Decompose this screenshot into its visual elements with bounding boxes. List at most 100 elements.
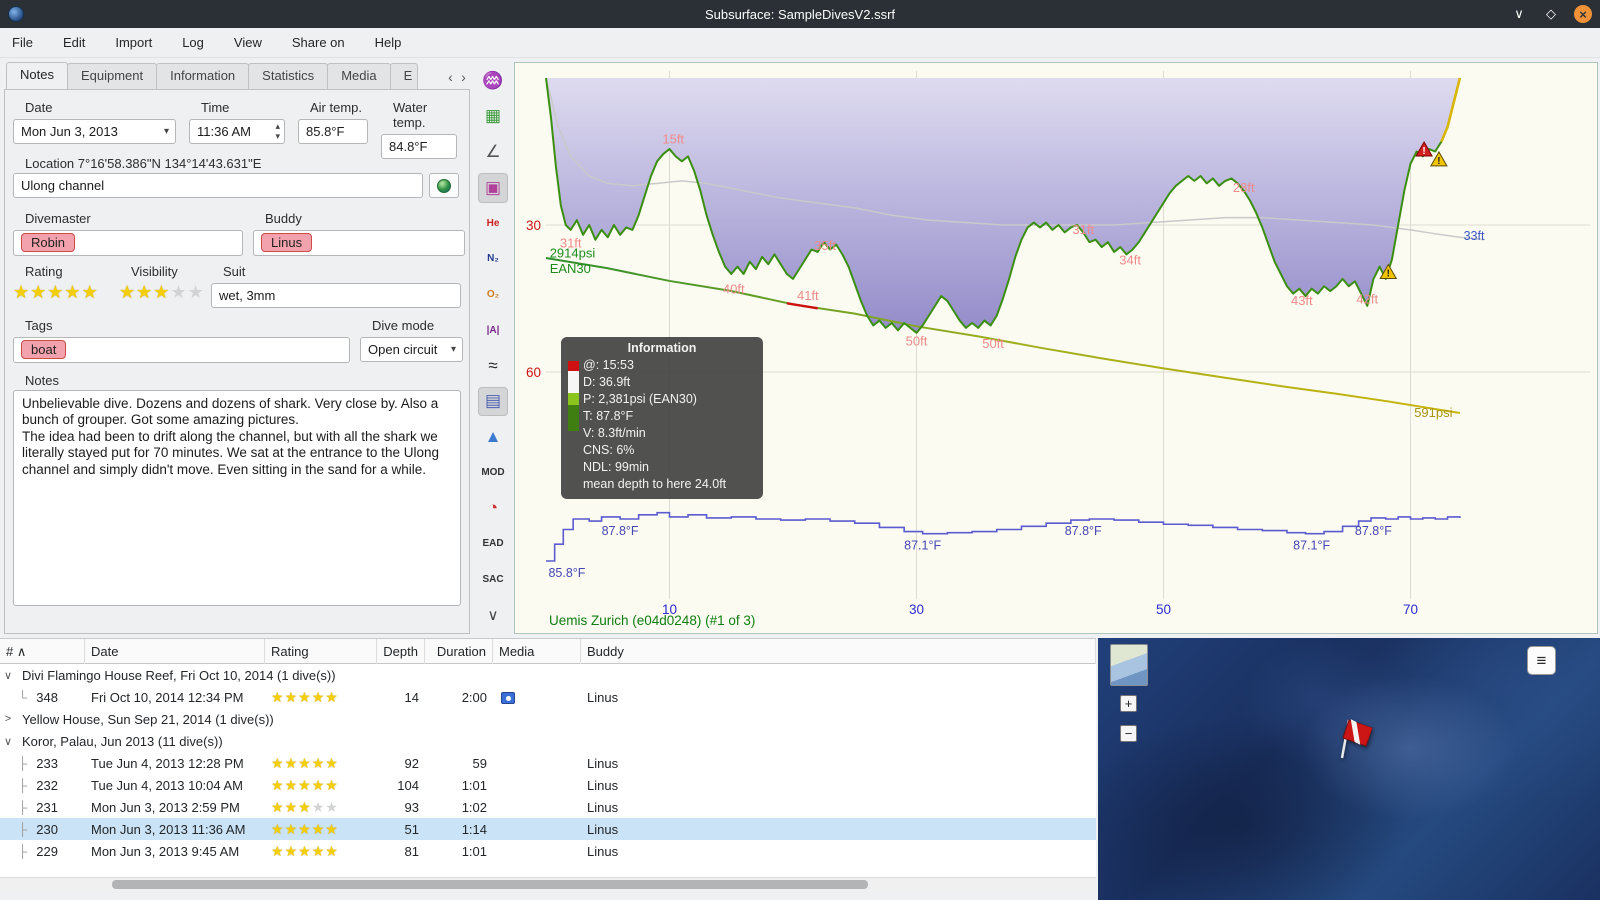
trip-row[interactable]: ∨ Koror, Palau, Jun 2013 (11 dive(s)) [0,730,1096,752]
rating-stars[interactable]: ★ ★ ★ ★ ★ [13,283,119,301]
ruler-icon[interactable]: ∠ [478,137,508,167]
star-icon[interactable]: ★ [64,283,81,301]
dive-row[interactable]: ├ 232 Tue Jun 4, 2013 10:04 AM ★ ★ ★ ★ ★ 104 1:01… [0,774,1096,796]
map-zoom-out-button[interactable]: − [1120,725,1137,742]
maximize-button[interactable]: ◇ [1542,5,1560,23]
star-icon[interactable]: ★ [136,283,153,301]
column-header-duration[interactable]: Duration [425,638,493,664]
dive-site-map[interactable]: + − ≡ [1098,638,1600,900]
pp-he-icon[interactable]: He [478,209,508,239]
star-icon[interactable]: ★ [13,283,30,301]
tank-bar-icon[interactable]: |A| [478,315,508,345]
close-button[interactable]: × [1574,5,1592,23]
horizontal-scrollbar[interactable] [0,877,1096,890]
date-combobox[interactable]: Mon Jun 3, 2013 ▾ [13,119,176,144]
pp-o2-icon[interactable]: O₂ [478,280,508,310]
buddy-chip[interactable]: Linus [261,233,313,252]
dive-mode-combobox[interactable]: Open circuit ▾ [360,337,463,362]
column-header-rating[interactable]: Rating [265,638,377,664]
temperature-label: 87.8°F [1065,524,1102,538]
collapse-toolbar-icon[interactable]: ∨ [478,600,508,630]
ceiling-icon[interactable]: ▲ [478,422,508,452]
star-icon[interactable]: ★ [47,283,64,301]
pp-n2-icon[interactable]: N₂ [478,244,508,274]
title-bar[interactable]: Subsurface: SampleDivesV2.ssrf ∨ ◇ × [0,0,1600,28]
spinner-arrows-icon[interactable]: ▴ ▾ [275,121,280,141]
dive-row[interactable]: ├ 229 Mon Jun 3, 2013 9:45 AM ★ ★ ★ ★ ★ 81 1:01 Li… [0,840,1096,862]
dive-row[interactable]: ├ 230 Mon Jun 3, 2013 11:36 AM ★ ★ ★ ★ ★ 51 1:14 L… [0,818,1096,840]
dive-row[interactable]: ├ 233 Tue Jun 4, 2013 12:28 PM ★ ★ ★ ★ ★ 92 59 Lin… [0,752,1096,774]
column-header-date[interactable]: Date [85,638,265,664]
dive-row[interactable]: └ 348 Fri Oct 10, 2014 12:34 PM ★ ★ ★ ★ ★ 14 2:00… [0,686,1096,708]
buddy-input[interactable]: Linus [253,230,465,256]
chevron-down-icon[interactable]: ∨ [0,735,16,748]
map-overview-inset[interactable] [1110,644,1148,686]
legend-block [568,361,579,371]
suit-input[interactable]: wet, 3mm [211,283,461,308]
air-temp-field[interactable]: 85.8°F [298,119,368,144]
ead-icon[interactable]: EAD [478,529,508,559]
warning-icon[interactable]: ! [1430,150,1448,167]
show-photos-icon[interactable]: ▣ [478,172,508,203]
star-icon[interactable]: ★ [30,283,47,301]
scrollbar-thumb[interactable] [112,880,868,889]
menu-help[interactable]: Help [373,32,404,53]
heart-rate-icon[interactable]: ≈ [478,351,508,381]
tab-media[interactable]: Media [327,63,391,89]
menu-share-on[interactable]: Share on [290,32,347,53]
tab-scroll-left-icon[interactable]: ‹ [444,67,457,87]
scale-picture-icon[interactable]: ▤ [478,386,508,417]
column-header-buddy[interactable]: Buddy [581,638,1096,664]
divemaster-chip[interactable]: Robin [21,233,75,252]
time-spinner[interactable]: 11:36 AM ▴ ▾ [189,119,285,144]
star-icon[interactable]: ★ [82,283,99,301]
chevron-down-icon[interactable]: ∨ [0,669,16,682]
trip-row[interactable]: > Yellow House, Sun Sep 21, 2014 (1 dive(… [0,708,1096,730]
menu-import[interactable]: Import [113,32,154,53]
map-menu-button[interactable]: ≡ [1527,646,1556,675]
menu-view[interactable]: View [232,32,264,53]
dive-mode-label: Dive mode [372,318,435,333]
star-icon[interactable]: ★ [153,283,170,301]
info-box[interactable]: Information @: 15:53 D: 36.9ft P: 2,381psi… [561,337,763,499]
map-zoom-in-button[interactable]: + [1120,695,1137,712]
dive-info-panel: Notes Equipment Information Statistics Media… [4,62,470,634]
menu-file[interactable]: File [10,32,35,53]
sac-icon[interactable]: SAC [478,565,508,595]
tab-notes[interactable]: Notes [6,62,68,89]
dive-profile-chart[interactable]: 15ft 40ft 41ft 35ft 50ft 50ft 31ft 34ft 28ft 43ft… [514,62,1598,634]
tab-e[interactable]: E [389,63,418,89]
dive-flag-marker-icon[interactable] [1332,714,1376,762]
trip-row[interactable]: ∨ Divi Flamingo House Reef, Fri Oct 10, 2… [0,664,1096,686]
mod-icon[interactable]: MOD [478,458,508,488]
star-icon[interactable]: ★ [119,283,136,301]
dive-row[interactable]: ├ 231 Mon Jun 3, 2013 2:59 PM ★ ★ ★ ★ ★ 93 1:02 Li… [0,796,1096,818]
tags-input[interactable]: boat [13,337,350,363]
star-icon[interactable]: ★ [170,283,187,301]
minimize-button[interactable]: ∨ [1510,5,1528,23]
scale-picture-icon-glyph: ▤ [484,391,502,411]
tab-statistics[interactable]: Statistics [248,63,329,89]
location-input[interactable]: Ulong channel [13,173,423,198]
dive-mode-icon[interactable]: ♒ [478,66,508,96]
tab-information[interactable]: Information [156,63,250,89]
water-temp-field[interactable]: 84.8°F [381,134,457,159]
column-header-num[interactable]: # ∧ [0,638,85,664]
column-header-media[interactable]: Media [493,638,581,664]
chevron-right-icon[interactable]: > [0,713,16,725]
menu-log[interactable]: Log [180,32,206,53]
column-header-depth[interactable]: Depth [377,638,425,664]
tag-chip[interactable]: boat [21,340,67,359]
tab-scroll-right-icon[interactable]: › [457,67,470,87]
ndl-icon[interactable]: ◔ [478,494,508,524]
globe-button[interactable] [429,173,459,198]
notes-textarea[interactable]: Unbelievable dive. Dozens and dozens of … [13,390,461,606]
tab-equipment[interactable]: Equipment [66,63,158,89]
media-icon[interactable] [501,692,515,705]
dive-buddy: Linus [587,821,619,837]
divemaster-input[interactable]: Robin [13,230,243,256]
star-icon[interactable]: ★ [188,283,205,301]
visibility-stars[interactable]: ★ ★ ★ ★ ★ [119,283,211,301]
grid-toggle-icon[interactable]: ▦ [478,102,508,132]
menu-edit[interactable]: Edit [61,32,87,53]
